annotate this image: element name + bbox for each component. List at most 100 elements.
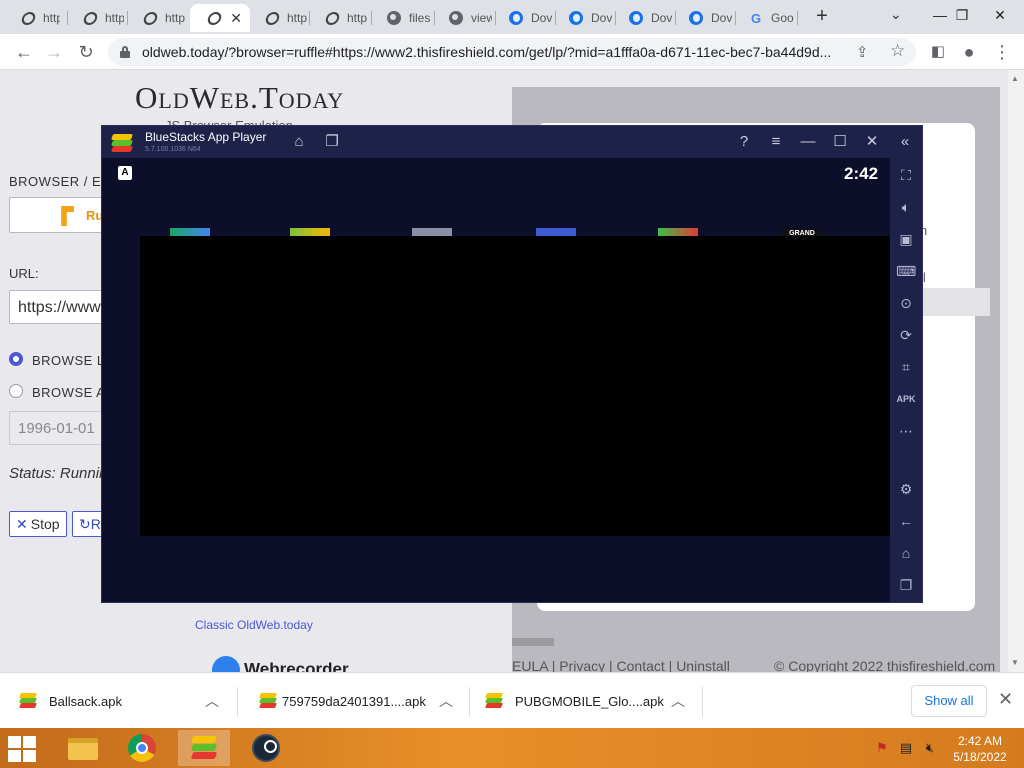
bluestacks-title: BlueStacks App Player xyxy=(145,130,267,144)
tab-8[interactable]: view xyxy=(432,4,492,32)
close-shelf-icon[interactable]: ✕ xyxy=(998,689,1013,710)
classic-oldweb-link[interactable]: Classic OldWeb.today xyxy=(195,618,313,632)
macro-icon[interactable]: ⊙ xyxy=(896,293,916,313)
clock-date[interactable]: 5/18/2022 xyxy=(950,750,1010,764)
reload-button[interactable]: ↻R xyxy=(72,511,106,537)
maximize-icon[interactable]: ☐ xyxy=(831,133,849,151)
more-icon[interactable]: ⋯ xyxy=(896,421,916,441)
tab-6[interactable]: http xyxy=(308,4,368,32)
install-apk-icon[interactable]: APK xyxy=(896,389,916,409)
network-icon[interactable]: ▤ xyxy=(898,741,914,755)
webrecorder-icon xyxy=(212,656,240,672)
new-tab-icon[interactable]: + xyxy=(811,5,833,29)
tab-12[interactable]: Dov xyxy=(672,4,732,32)
tab-1[interactable]: http xyxy=(4,4,60,32)
clock-time[interactable]: 2:42 AM xyxy=(950,734,1010,748)
windows-taskbar: ⚑ ▤ 🔇︎ 2:42 AM 5/18/2022 xyxy=(0,728,1024,768)
keyboard-icon[interactable]: ⌨ xyxy=(896,261,916,281)
site-logo[interactable]: OldWeb.Today xyxy=(135,80,344,116)
close-window-icon[interactable]: ✕ xyxy=(980,0,1020,30)
back-arrow-icon[interactable]: ← xyxy=(12,40,36,64)
reload-icon[interactable]: ↻ xyxy=(74,40,98,64)
settings-gear-icon[interactable]: ⚙ xyxy=(896,479,916,499)
shake-icon[interactable]: ⌗ xyxy=(896,357,916,377)
taskbar-chrome[interactable] xyxy=(116,730,168,766)
download-site-icon xyxy=(688,10,704,26)
apk-file-icon xyxy=(19,693,37,709)
address-bar[interactable]: oldweb.today/?browser=ruffle#https://www… xyxy=(108,38,916,66)
download-item-1[interactable]: Ballsack.apk ︿ xyxy=(0,673,236,729)
close-icon[interactable]: ✕ xyxy=(863,133,881,151)
tab-5[interactable]: http xyxy=(248,4,308,32)
hamburger-menu-icon[interactable]: ≡ xyxy=(767,133,785,151)
android-screen[interactable]: A 2:42 GRAND xyxy=(102,158,890,602)
emulator-scrollbar[interactable] xyxy=(512,638,554,646)
radio-live-web[interactable] xyxy=(9,352,23,366)
chevron-up-icon[interactable]: ︿ xyxy=(205,691,219,711)
download-item-3[interactable]: PUBGMOBILE_Glo....apk ︿ xyxy=(470,673,702,729)
android-back-icon[interactable]: ← xyxy=(896,511,916,531)
rotate-icon[interactable]: ⟳ xyxy=(896,325,916,345)
keyboard-indicator-icon: A xyxy=(118,166,132,180)
action-center-flag-icon[interactable]: ⚑ xyxy=(874,741,890,755)
download-site-icon xyxy=(628,10,644,26)
tab-2[interactable]: http xyxy=(66,4,124,32)
stop-button[interactable]: ✕ Stop xyxy=(9,511,67,537)
fullscreen-icon[interactable]: ⛶ xyxy=(896,165,916,185)
download-site-icon xyxy=(568,10,584,26)
show-all-downloads-button[interactable]: Show all xyxy=(911,685,987,717)
opera-icon xyxy=(323,10,341,26)
chevron-up-icon[interactable]: ︿ xyxy=(439,691,453,711)
bookmark-star-icon[interactable]: ☆ xyxy=(890,41,905,61)
tab-9[interactable]: Dov xyxy=(492,4,552,32)
help-icon[interactable]: ? xyxy=(735,133,753,151)
profile-avatar-icon[interactable]: ● xyxy=(957,40,981,64)
taskbar-file-explorer[interactable] xyxy=(56,730,108,766)
volume-muted-icon[interactable]: 🔇︎ xyxy=(922,741,938,755)
multi-instance-icon[interactable]: ❐ xyxy=(323,133,341,151)
lock-icon[interactable] xyxy=(120,46,130,58)
tab-10[interactable]: Dov xyxy=(552,4,612,32)
download-item-2[interactable]: 759759da2401391....apk ︿ xyxy=(240,673,468,729)
forward-arrow-icon[interactable]: → xyxy=(42,40,66,64)
scroll-down-icon[interactable]: ▼ xyxy=(1011,658,1019,667)
screen-record-icon[interactable]: ▣ xyxy=(896,229,916,249)
chevron-up-icon[interactable]: ︿ xyxy=(671,691,685,711)
share-icon[interactable]: ⇪ xyxy=(856,43,869,61)
collapse-sidebar-icon[interactable]: « xyxy=(896,133,914,151)
tab-3[interactable]: http xyxy=(126,4,188,32)
footer-links[interactable]: EULA | Privacy | Contact | Uninstall xyxy=(512,658,730,672)
close-tab-icon[interactable]: ✕ xyxy=(230,10,242,27)
windows-start-icon[interactable] xyxy=(8,736,38,762)
minimize-icon[interactable]: — xyxy=(799,133,817,151)
radio-archive[interactable] xyxy=(9,384,23,398)
tab-13[interactable]: G Goo xyxy=(732,4,796,32)
reload-button-label: R xyxy=(90,516,101,532)
webrecorder-logo[interactable]: Webrecorder xyxy=(212,656,349,672)
restore-icon[interactable]: ❐ xyxy=(942,0,982,30)
download-separator xyxy=(702,687,703,717)
tab-7[interactable]: files xyxy=(370,4,432,32)
app-loading-overlay[interactable] xyxy=(140,236,890,536)
home-icon[interactable]: ⌂ xyxy=(290,133,308,151)
url-text[interactable]: oldweb.today/?browser=ruffle#https://www… xyxy=(142,44,842,60)
tab-4-active[interactable]: ✕ xyxy=(190,4,250,32)
tab-search-chevron-icon[interactable]: ⌄ xyxy=(890,6,902,23)
opera-icon xyxy=(141,10,159,26)
reload-icon: ↻ xyxy=(79,516,91,532)
scroll-up-icon[interactable]: ▲ xyxy=(1011,74,1019,83)
volume-icon[interactable]: 🔈︎ xyxy=(896,197,916,217)
page-scrollbar[interactable] xyxy=(1008,70,1024,672)
copyright-text: © Copyright 2022 thisfireshield.com xyxy=(774,658,996,672)
taskbar-steam[interactable] xyxy=(240,730,292,766)
side-panel-icon[interactable]: ◧ xyxy=(926,40,950,64)
android-home-icon[interactable]: ⌂ xyxy=(896,543,916,563)
taskbar-bluestacks[interactable] xyxy=(178,730,230,766)
recent-apps-icon[interactable]: ❐ xyxy=(896,575,916,595)
android-clock: 2:42 xyxy=(844,164,879,183)
bluestacks-titlebar[interactable]: BlueStacks App Player 5.7.100.1036 N64 ⌂… xyxy=(102,126,922,158)
menu-kebab-icon[interactable]: ⋮ xyxy=(990,40,1014,64)
emulated-page-input[interactable] xyxy=(920,288,990,316)
tab-11[interactable]: Dov xyxy=(612,4,672,32)
status-text: Status: Running xyxy=(9,465,116,482)
